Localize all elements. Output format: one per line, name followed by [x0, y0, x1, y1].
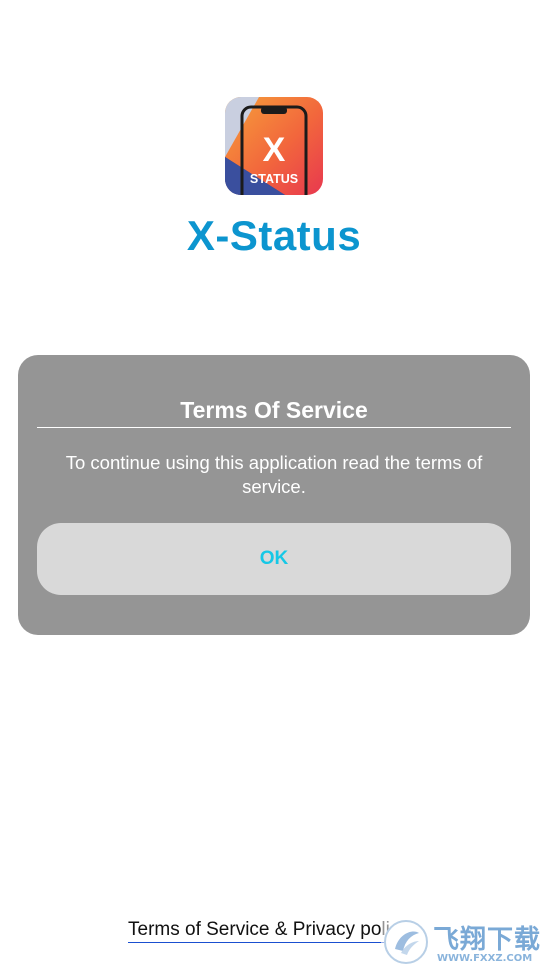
x-status-app-icon: X STATUS	[225, 97, 323, 195]
watermark-text: 飞翔下载	[433, 925, 542, 955]
app-icon-graphic: X STATUS	[225, 97, 323, 195]
terms-dialog: Terms Of Service To continue using this …	[18, 355, 530, 635]
dialog-title: Terms Of Service	[180, 397, 368, 423]
ok-button[interactable]: OK	[37, 523, 511, 595]
watermark: 飞翔下载 WWW.FXXZ.COM	[381, 917, 542, 969]
watermark-url: WWW.FXXZ.COM	[437, 953, 533, 964]
terms-privacy-link[interactable]: Terms of Service & Privacy policy	[128, 919, 409, 943]
screen: X STATUS X-Status Terms Of Service To co…	[0, 0, 548, 978]
app-title: X-Status	[186, 212, 362, 259]
dialog-message: To continue using this application read …	[65, 452, 483, 497]
dialog-divider	[37, 427, 511, 428]
app-icon-caption: STATUS	[250, 172, 298, 186]
fxxz-logo-icon	[384, 920, 428, 964]
app-icon-letter: X	[263, 131, 286, 169]
